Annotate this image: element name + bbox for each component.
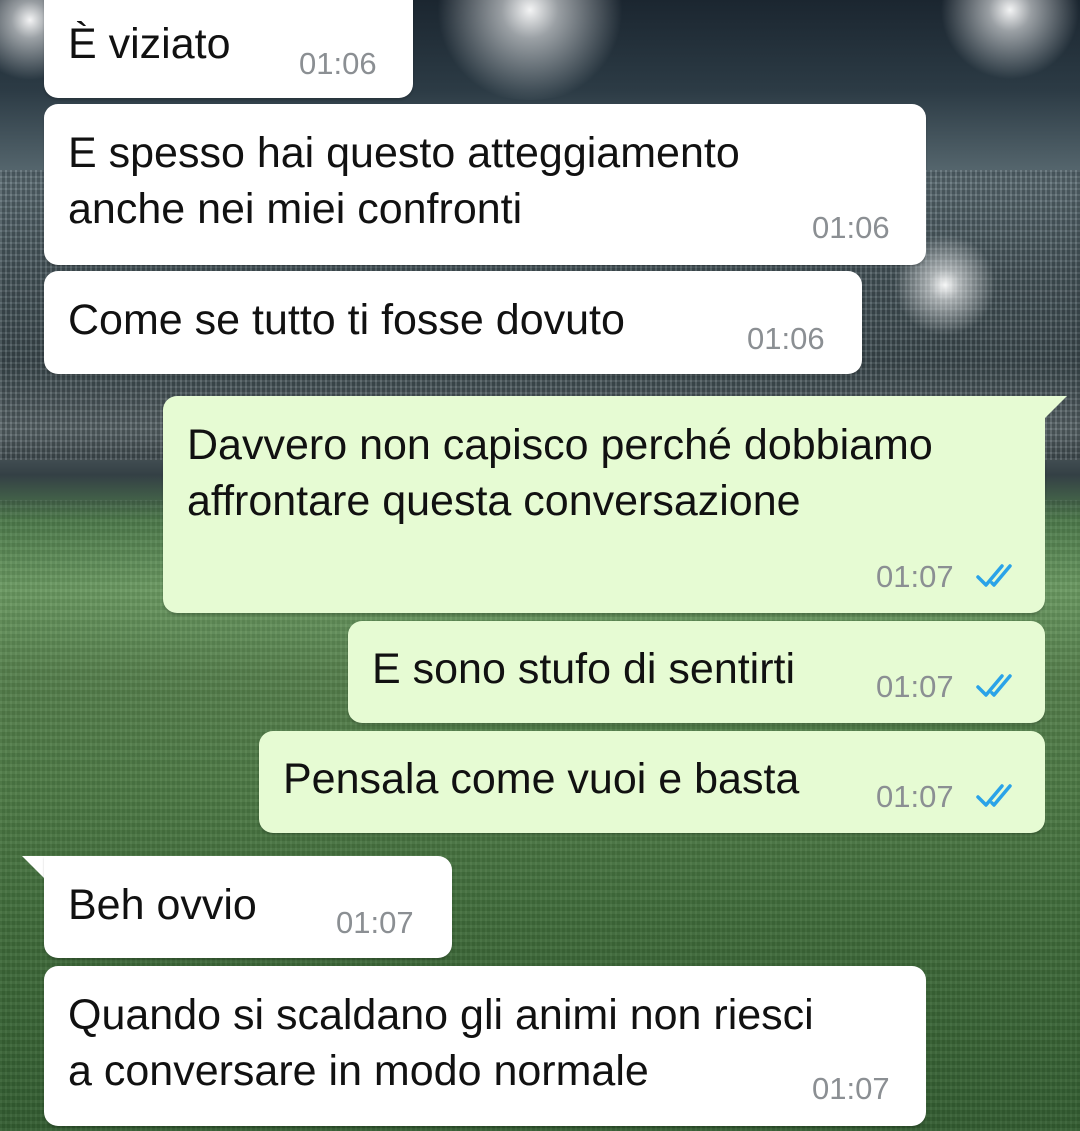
message-incoming[interactable]: È viziato 01:06 (44, 0, 413, 98)
message-incoming[interactable]: E spesso hai questo atteggiamento anche … (44, 104, 926, 265)
message-outgoing[interactable]: E sono stufo di sentirti 01:07 (348, 621, 1045, 723)
message-timestamp: 01:07 (876, 559, 954, 594)
message-timestamp: 01:06 (812, 210, 890, 245)
message-timestamp: 01:06 (299, 46, 377, 81)
message-text: Davvero non capisco perché dobbiamo (187, 421, 933, 469)
message-text: affrontare questa conversazione (187, 477, 801, 525)
double-check-icon (976, 564, 1012, 587)
bubble-tail (22, 856, 44, 878)
message-text: Quando si scaldano gli animi non riesci (68, 991, 814, 1039)
message-text: E sono stufo di sentirti (372, 645, 796, 693)
message-incoming[interactable]: Come se tutto ti fosse dovuto 01:06 (44, 271, 862, 374)
message-incoming[interactable]: Beh ovvio 01:07 (44, 856, 452, 958)
message-timestamp: 01:07 (876, 669, 954, 704)
double-check-icon (976, 674, 1012, 697)
message-outgoing[interactable]: Pensala come vuoi e basta 01:07 (259, 731, 1045, 833)
message-incoming[interactable]: Quando si scaldano gli animi non riesci … (44, 966, 926, 1126)
message-text: È viziato (68, 20, 231, 68)
message-text: a conversare in modo normale (68, 1047, 649, 1095)
message-timestamp: 01:06 (747, 321, 825, 356)
message-text: anche nei miei confronti (68, 185, 523, 233)
bubble-tail (1045, 396, 1067, 418)
message-text: Pensala come vuoi e basta (283, 755, 800, 803)
message-text: Come se tutto ti fosse dovuto (68, 296, 625, 344)
message-text: Beh ovvio (68, 881, 257, 929)
double-check-icon (976, 784, 1012, 807)
message-timestamp: 01:07 (336, 905, 414, 940)
message-timestamp: 01:07 (812, 1071, 890, 1106)
message-outgoing[interactable]: Davvero non capisco perché dobbiamo affr… (163, 396, 1045, 613)
message-text: E spesso hai questo atteggiamento (68, 129, 740, 177)
chat-messages: È viziato 01:06 E spesso hai questo atte… (0, 0, 1080, 1131)
message-timestamp: 01:07 (876, 779, 954, 814)
